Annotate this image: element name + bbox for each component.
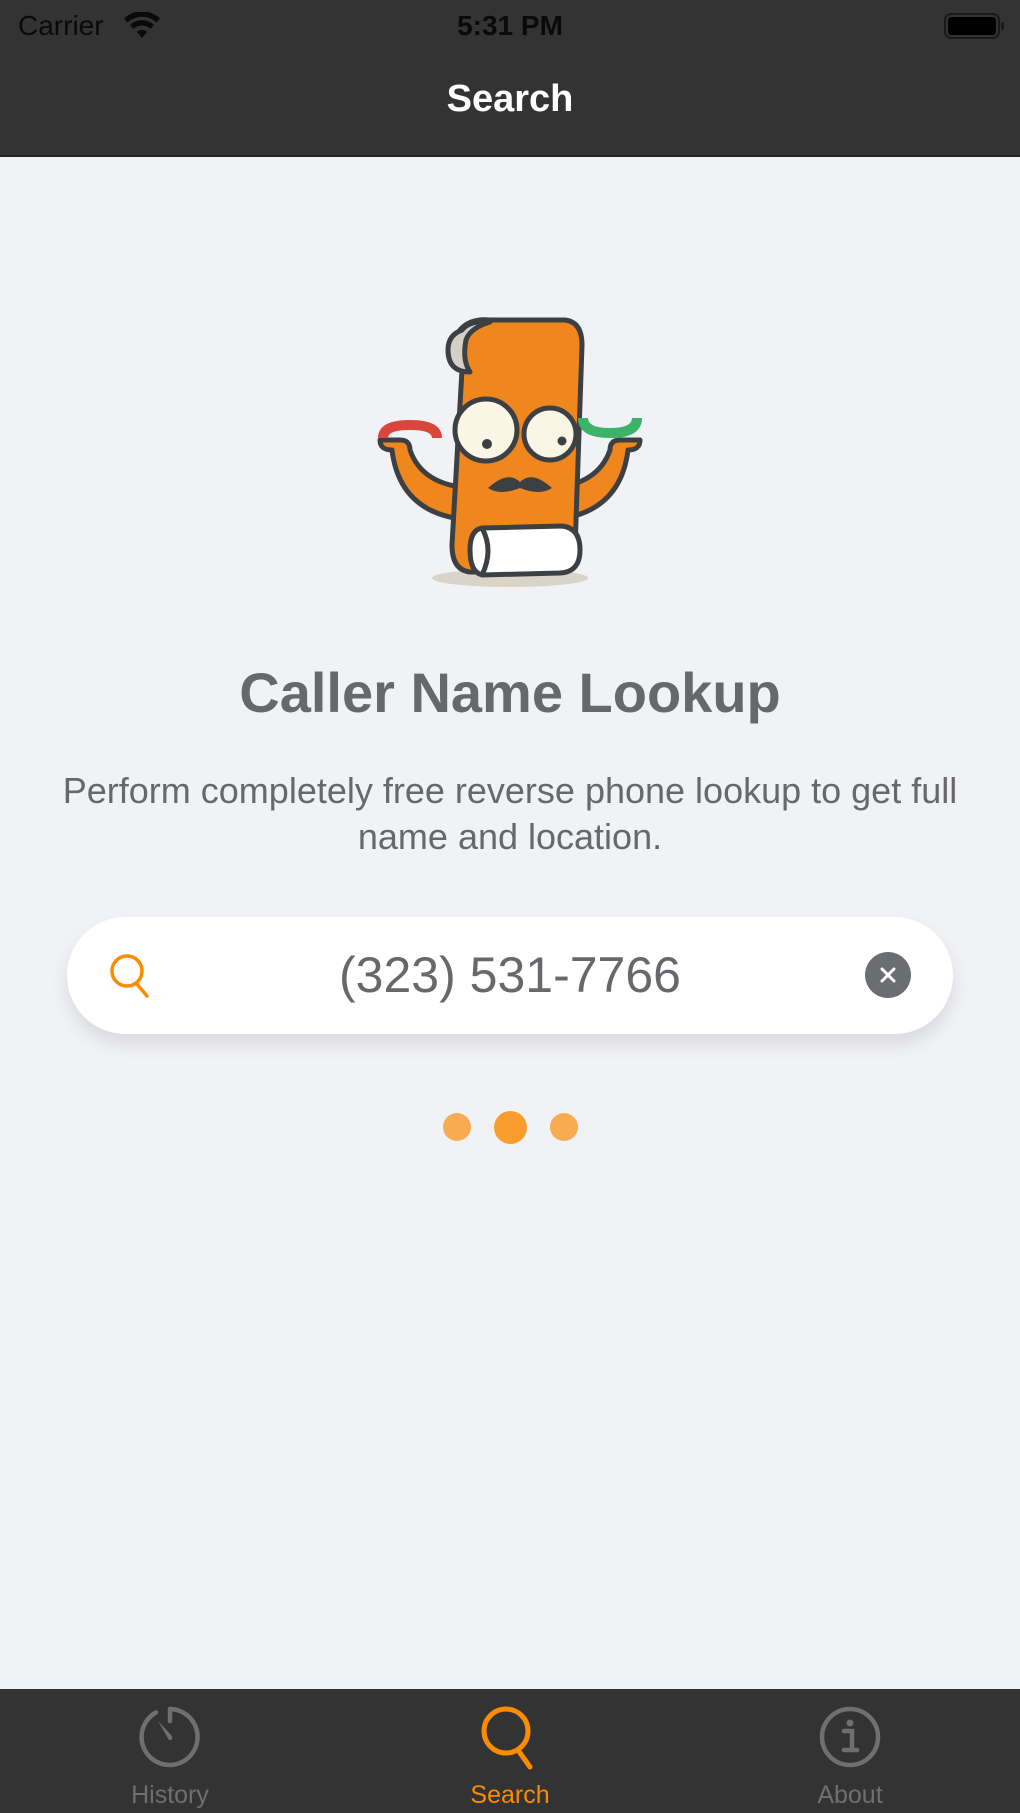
clear-button[interactable] — [865, 952, 911, 998]
nav-title: Search — [446, 78, 574, 120]
loading-dot — [442, 1113, 471, 1141]
battery-icon — [944, 13, 1004, 39]
clear-icon — [880, 967, 896, 983]
status-time: 5:31 PM — [457, 10, 563, 41]
loading-dot — [549, 1113, 578, 1141]
mascot-illustration — [377, 317, 643, 587]
tab-label: About — [817, 1781, 883, 1809]
phone-search-field[interactable] — [67, 917, 953, 1034]
tab-label: History — [131, 1781, 209, 1809]
phone-number-input[interactable] — [187, 943, 833, 1007]
tab-bar: History Search About — [0, 1689, 1020, 1813]
info-icon — [819, 1706, 881, 1768]
tab-search[interactable]: Search — [340, 1689, 680, 1813]
tab-label: Search — [470, 1781, 550, 1809]
loading-indicator — [0, 1110, 1020, 1144]
search-icon — [110, 954, 149, 998]
stopwatch-icon — [139, 1706, 200, 1768]
tab-history[interactable]: History — [0, 1689, 340, 1813]
app-screen: Carrier 5:31 PM Search Caller Name Looku… — [0, 0, 1020, 1813]
loading-dot-active — [493, 1110, 527, 1144]
page-title: Caller Name Lookup — [239, 661, 781, 724]
page-description: Perform completely free reverse phone lo… — [62, 770, 958, 857]
status-bar: Carrier 5:31 PM — [0, 0, 1020, 52]
top-bar: Carrier 5:31 PM Search — [0, 0, 1020, 157]
search-icon — [481, 1706, 533, 1770]
tab-about[interactable]: About — [680, 1689, 1020, 1813]
